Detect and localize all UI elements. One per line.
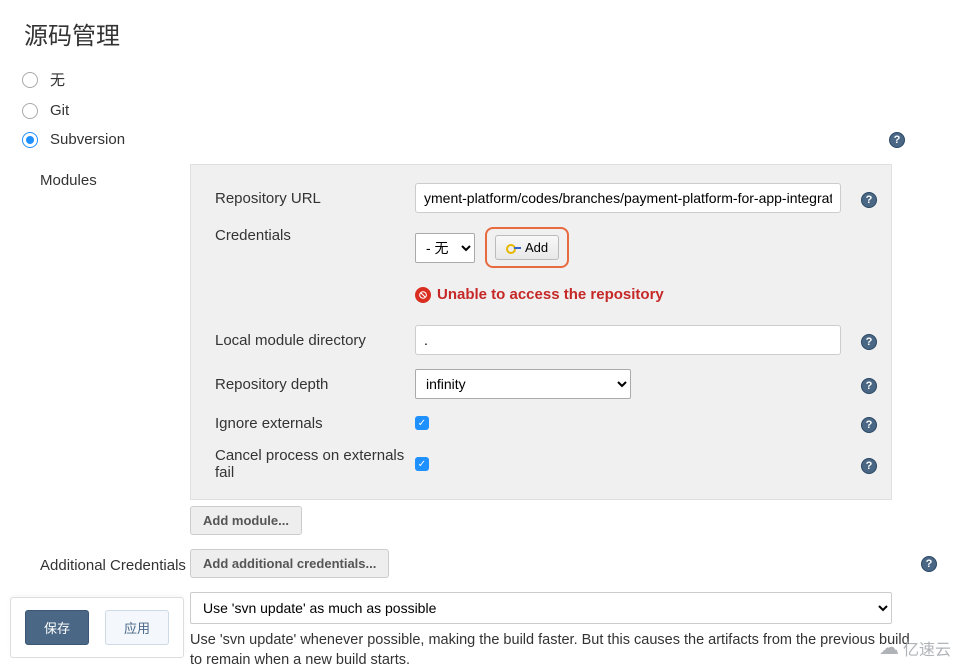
cloud-icon: ☁ xyxy=(879,635,899,660)
scm-option-label: Subversion xyxy=(50,131,125,148)
watermark-text: 亿速云 xyxy=(903,636,951,660)
section-label-modules: Modules xyxy=(40,164,190,189)
scm-option-none[interactable]: 无 xyxy=(22,63,935,96)
checkout-strategy-description: Use 'svn update' whenever possible, maki… xyxy=(190,624,910,671)
add-credentials-button[interactable]: Add xyxy=(495,235,559,260)
help-icon[interactable]: ? xyxy=(861,458,877,474)
cancel-on-fail-label: Cancel process on externals fail xyxy=(215,447,415,481)
key-icon xyxy=(506,244,520,251)
scm-option-git[interactable]: Git xyxy=(22,96,935,125)
module-box: Repository URL ? Credentials - 无 - xyxy=(190,164,892,500)
actions-bar: 保存 应用 xyxy=(10,597,184,658)
credentials-label: Credentials xyxy=(215,227,415,244)
help-icon[interactable]: ? xyxy=(889,132,905,148)
save-button[interactable]: 保存 xyxy=(25,610,89,645)
depth-label: Repository depth xyxy=(215,376,415,393)
error-icon: ⦸ xyxy=(415,287,431,303)
watermark: ☁ 亿速云 xyxy=(879,635,951,660)
add-credentials-highlight: Add xyxy=(485,227,569,268)
radio-icon xyxy=(22,103,38,119)
local-dir-label: Local module directory xyxy=(215,332,415,349)
repo-url-label: Repository URL xyxy=(215,190,415,207)
ignore-externals-label: Ignore externals xyxy=(215,415,415,432)
help-icon[interactable]: ? xyxy=(861,417,877,433)
add-additional-credentials-button[interactable]: Add additional credentials... xyxy=(190,549,389,578)
depth-select[interactable]: infinity xyxy=(415,369,631,399)
scm-radio-group: 无 Git Subversion ? xyxy=(0,63,957,154)
help-icon[interactable]: ? xyxy=(921,556,937,572)
modules-section: Modules Repository URL ? Credentials - xyxy=(40,164,957,535)
checkout-strategy-select[interactable]: Use 'svn update' as much as possible xyxy=(190,592,892,624)
page-title: 源码管理 xyxy=(0,0,957,63)
scm-option-subversion[interactable]: Subversion ? xyxy=(22,125,935,154)
error-text: Unable to access the repository xyxy=(437,286,664,303)
add-button-label: Add xyxy=(525,240,548,255)
subversion-config: Modules Repository URL ? Credentials - xyxy=(40,164,957,671)
add-module-button[interactable]: Add module... xyxy=(190,506,302,535)
apply-button[interactable]: 应用 xyxy=(105,610,169,645)
ignore-externals-checkbox[interactable]: ✓ xyxy=(415,416,429,430)
local-dir-input[interactable] xyxy=(415,325,841,355)
repo-url-input[interactable] xyxy=(415,183,841,213)
cancel-on-fail-checkbox[interactable]: ✓ xyxy=(415,457,429,471)
help-icon[interactable]: ? xyxy=(861,378,877,394)
help-icon[interactable]: ? xyxy=(861,334,877,350)
radio-icon-selected xyxy=(22,132,38,148)
help-icon[interactable]: ? xyxy=(861,192,877,208)
repo-access-error: ⦸ Unable to access the repository xyxy=(415,286,664,303)
section-label-additional-creds: Additional Credentials xyxy=(40,549,190,574)
credentials-select[interactable]: - 无 - xyxy=(415,233,475,263)
scm-option-label: 无 xyxy=(50,69,65,90)
scm-option-label: Git xyxy=(50,102,69,119)
radio-icon xyxy=(22,72,38,88)
